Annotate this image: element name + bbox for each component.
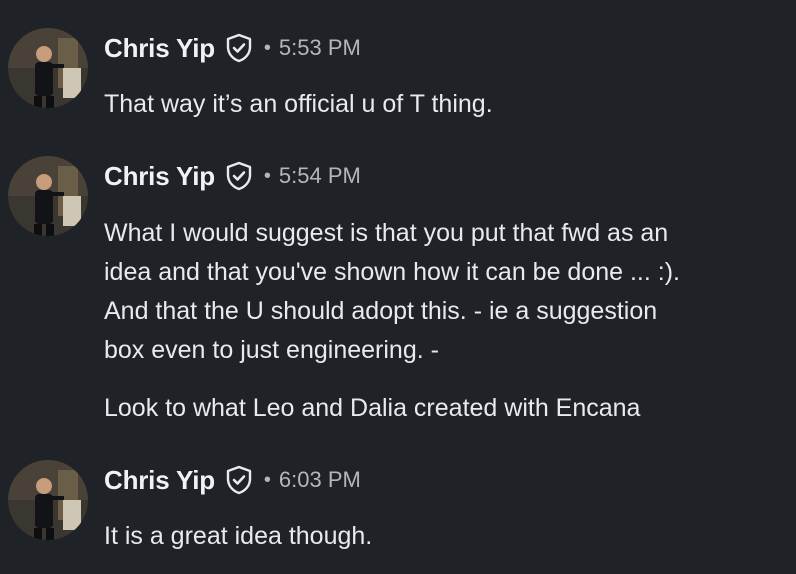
separator-dot: • (263, 468, 271, 491)
avatar-photo-icon (8, 156, 88, 236)
message-text: That way it’s an official u of T thing. (104, 90, 493, 118)
message-header: Chris Yip • 5:53 PM (104, 32, 361, 64)
separator-dot: • (263, 36, 271, 59)
verified-badge-icon (224, 33, 254, 63)
message-text-line: What I would suggest is that you put tha… (104, 219, 669, 247)
author-name[interactable]: Chris Yip (104, 33, 215, 64)
message-header: Chris Yip • 5:54 PM (104, 160, 361, 192)
message-text: It is a great idea though. (104, 522, 373, 550)
timestamp[interactable]: 5:54 PM (279, 163, 361, 189)
separator-dot: • (263, 164, 271, 187)
author-name[interactable]: Chris Yip (104, 465, 215, 496)
avatar-photo-icon (8, 460, 88, 540)
message-text-line: box even to just engineering. - (104, 336, 439, 364)
avatar[interactable] (8, 460, 88, 540)
author-name[interactable]: Chris Yip (104, 161, 215, 192)
message-text-line: And that the U should adopt this. - ie a… (104, 297, 658, 325)
timestamp[interactable]: 5:53 PM (279, 35, 361, 61)
avatar-photo-icon (8, 28, 88, 108)
message-text-line: idea and that you've shown how it can be… (104, 258, 680, 286)
timestamp[interactable]: 6:03 PM (279, 467, 361, 493)
avatar[interactable] (8, 28, 88, 108)
avatar[interactable] (8, 156, 88, 236)
message-header: Chris Yip • 6:03 PM (104, 464, 361, 496)
verified-badge-icon (224, 465, 254, 495)
chat-thread: Chris Yip • 5:53 PM That way it’s an off… (0, 0, 796, 574)
verified-badge-icon (224, 161, 254, 191)
message-text-line: Look to what Leo and Dalia created with … (104, 394, 641, 422)
